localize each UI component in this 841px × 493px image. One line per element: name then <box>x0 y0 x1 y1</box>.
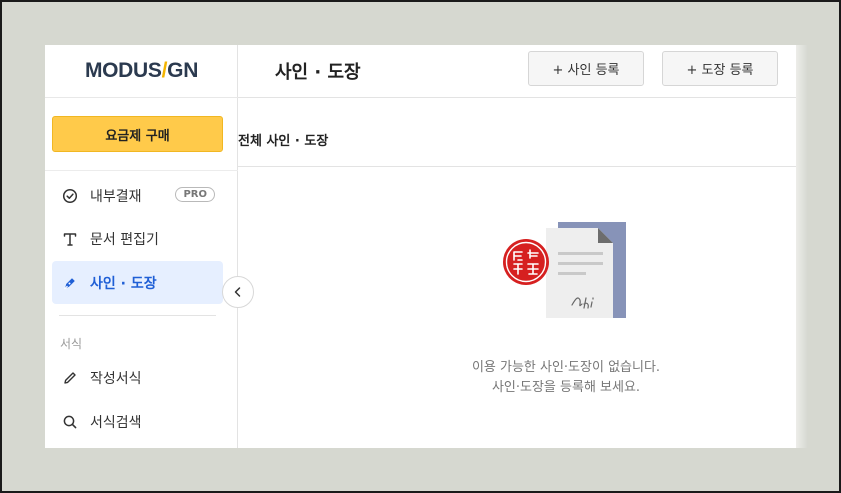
sidebar-item-signature-stamp[interactable]: 사인 · 도장 <box>52 261 223 304</box>
search-icon <box>62 414 78 430</box>
text-t-icon <box>62 231 78 247</box>
sidebar-item-label: 사인 · 도장 <box>90 275 157 292</box>
sidebar-section-divider <box>59 315 216 316</box>
pen-nib-icon <box>62 275 78 291</box>
document-line <box>558 272 586 275</box>
sidebar-item-search-form[interactable]: 서식검색 <box>52 400 223 443</box>
logo-text-left: MODUS <box>84 59 162 82</box>
check-circle-icon <box>62 188 78 204</box>
sidebar-item-document-editor[interactable]: 문서 편집기 <box>52 217 223 260</box>
filter-title: 전체 사인 · 도장 <box>238 134 329 149</box>
sidebar-item-create-form[interactable]: 작성서식 <box>52 356 223 399</box>
app-window: MODUS / GN 요금제 구매 내부결재 PRO 문서 편집기 사인 · 도장 … <box>45 45 796 448</box>
page-title: 사인 · 도장 <box>275 62 361 83</box>
sidebar-item-label: 문서 편집기 <box>90 231 159 248</box>
sidebar-item-label: 작성서식 <box>90 370 142 387</box>
header: 사인 · 도장 + 사인 등록 + 도장 등록 <box>238 45 796 98</box>
sidebar-item-label: 서식검색 <box>90 414 142 431</box>
section-label-forms: 서식 <box>60 337 83 351</box>
sidebar: MODUS / GN 요금제 구매 내부결재 PRO 문서 편집기 사인 · 도장 … <box>45 45 238 448</box>
add-signature-button[interactable]: + 사인 등록 <box>528 51 644 86</box>
chevron-left-icon <box>232 283 244 302</box>
empty-state-message: 이용 가능한 사인·도장이 없습니다. 사인·도장을 등록해 보세요. <box>405 358 727 398</box>
content-divider <box>238 166 796 167</box>
empty-message-line-2: 사인·도장을 등록해 보세요. <box>491 380 641 395</box>
empty-state-illustration <box>500 218 630 322</box>
sidebar-item-internal-approval[interactable]: 내부결재 PRO <box>52 174 223 217</box>
document-line <box>558 252 603 255</box>
buy-plan-button[interactable]: 요금제 구매 <box>52 116 223 152</box>
logo[interactable]: MODUS / GN <box>45 45 238 98</box>
pencil-icon <box>62 370 78 386</box>
add-stamp-button[interactable]: + 도장 등록 <box>662 51 778 86</box>
window-edge-shadow <box>796 45 808 448</box>
sidebar-divider <box>45 170 238 171</box>
stamp-seal-shape <box>503 239 549 285</box>
pro-badge: PRO <box>175 187 215 202</box>
logo-text-right: GN <box>167 59 199 82</box>
sidebar-collapse-button[interactable] <box>222 276 254 308</box>
empty-message-line-1: 이용 가능한 사인·도장이 없습니다. <box>471 360 661 375</box>
document-line <box>558 262 603 265</box>
sidebar-item-label: 내부결재 <box>90 188 142 205</box>
